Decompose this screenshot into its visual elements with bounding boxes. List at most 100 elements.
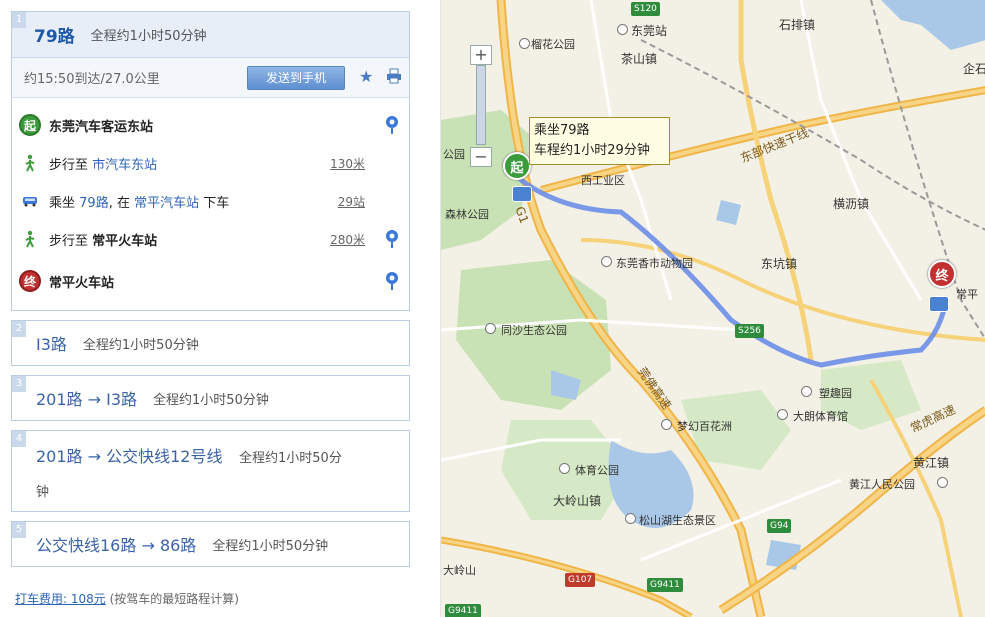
route-3-title[interactable]: 201路 → I3路 [36, 386, 137, 410]
poi-icon[interactable] [777, 409, 788, 420]
route-1-title[interactable]: 79路 [34, 22, 75, 47]
road-shield: G9411 [647, 578, 683, 592]
route-option-3[interactable]: 3 201路 → I3路 全程约1小时50分钟 [11, 375, 410, 421]
map-label: 东莞站 [631, 24, 668, 38]
map-label: 同沙生态公园 [501, 324, 567, 337]
map-label: 东坑镇 [761, 257, 798, 271]
route-1-header[interactable]: 79路 全程约1小时50分钟 [12, 12, 409, 58]
route-4-duration: 全程约1小时50分 [239, 451, 342, 466]
map-label: 大岭山镇 [553, 494, 602, 508]
route-tooltip: 乘坐79路 车程约1小时29分钟 [529, 117, 670, 165]
end-station-name: 常平火车站 [49, 275, 115, 291]
bus-stop-icon[interactable] [929, 296, 949, 312]
route-1-info-bar: 约15:50到达/27.0公里 发送到手机 ★ [12, 58, 409, 98]
route-option-5[interactable]: 5 公交快线16路 → 86路 全程约1小时50分钟 [11, 521, 410, 567]
map-view[interactable]: 石排镇 东莞站 茶山镇 榴花公园 企石 公园 西工业区 横沥镇 森林公园 东莞香… [440, 0, 985, 617]
poi-icon[interactable] [519, 38, 530, 49]
route-2-title[interactable]: I3路 [36, 331, 67, 355]
bus-stop-link[interactable]: 常平汽车站 [134, 196, 199, 211]
map-label: 体育公园 [575, 464, 619, 477]
zoom-in-button[interactable]: + [470, 45, 492, 65]
route-number-2: 2 [12, 321, 26, 337]
route-1-arrival: 约15:50到达/27.0公里 [24, 72, 160, 87]
map-label: 塑趣园 [819, 387, 852, 400]
walk-icon [25, 230, 35, 248]
step-end[interactable]: 终 常平火车站 [12, 262, 409, 300]
step-start[interactable]: 起 东莞汽车客运东站 [12, 106, 409, 144]
bus-stop-icon[interactable] [512, 186, 532, 202]
route-option-1[interactable]: 1 79路 全程约1小时50分钟 约15:50到达/27.0公里 发送到手机 ★… [11, 11, 410, 311]
route-number-5: 5 [12, 522, 26, 538]
step-walk-2[interactable]: 步行至 常平火车站 280米 [12, 220, 409, 258]
step-bus[interactable]: 乘坐 79路, 在 常平汽车站 下车 29站 [12, 182, 409, 220]
map-label: 公园 [443, 148, 465, 161]
poi-icon[interactable] [601, 256, 612, 267]
map-label: 石排镇 [779, 18, 816, 32]
map-label: 茶山镇 [621, 52, 658, 66]
bus-stop-count[interactable]: 29站 [338, 193, 365, 210]
map-label: 黄江人民公园 [849, 478, 915, 491]
start-station-name: 东莞汽车客运东站 [49, 119, 154, 135]
route-option-2[interactable]: 2 I3路 全程约1小时50分钟 [11, 320, 410, 366]
zoom-control: + − [470, 45, 496, 167]
bus-line-link[interactable]: 79路 [79, 196, 109, 211]
map-label: 森林公园 [445, 208, 489, 221]
road-shield: G9411 [445, 604, 481, 617]
start-marker-icon[interactable]: 起 [503, 152, 531, 180]
map-label: 梦幻百花洲 [677, 420, 732, 433]
map-label: 横沥镇 [833, 197, 870, 211]
poi-icon[interactable] [937, 477, 948, 488]
zoom-out-button[interactable]: − [470, 147, 492, 167]
road-shield: S256 [735, 324, 764, 338]
start-circle-icon: 起 [19, 114, 41, 136]
route-1-duration: 全程约1小时50分钟 [90, 29, 207, 44]
poi-icon[interactable] [485, 323, 496, 334]
bus-prefix: 乘坐 [49, 195, 76, 211]
map-label: 榴花公园 [531, 38, 575, 51]
map-label: 大朗体育馆 [793, 410, 848, 423]
zoom-slider-track[interactable] [476, 65, 486, 145]
route-4-title[interactable]: 201路 → 公交快线12号线 [36, 447, 222, 466]
step-walk-1[interactable]: 步行至 市汽车东站 130米 [12, 144, 409, 182]
route-5-title[interactable]: 公交快线16路 → 86路 [36, 532, 196, 556]
route-2-duration: 全程约1小时50分钟 [82, 337, 199, 353]
route-number-4: 4 [12, 431, 26, 447]
route-4-duration-cont: 钟 [36, 485, 50, 500]
taxi-fare-note: (按驾车的最短路程计算) [109, 592, 239, 606]
send-to-phone-button[interactable]: 发送到手机 [247, 66, 345, 90]
route-option-4[interactable]: 4 201路 → 公交快线12号线 全程约1小时50分 钟 [11, 430, 410, 512]
walk-1-distance[interactable]: 130米 [330, 155, 365, 172]
end-marker-icon[interactable]: 终 [928, 260, 956, 288]
map-label: 松山湖生态景区 [639, 514, 716, 527]
poi-icon[interactable] [661, 419, 672, 430]
bus-mid: , 在 [108, 195, 130, 211]
tooltip-line-1: 乘坐79路 [534, 123, 590, 138]
map-label: 黄江镇 [913, 456, 950, 470]
poi-icon[interactable] [559, 463, 570, 474]
route-number-1: 1 [12, 12, 26, 28]
location-pin-icon[interactable] [385, 115, 399, 135]
road-shield: S120 [631, 2, 660, 16]
location-pin-icon[interactable] [385, 229, 399, 249]
road-shield: G94 [767, 519, 792, 533]
tooltip-line-2: 车程约1小时29分钟 [534, 143, 650, 158]
taxi-fare: 打车费用: 108元 (按驾车的最短路程计算) [15, 590, 239, 607]
bus-icon [23, 197, 37, 207]
walk-2-distance[interactable]: 280米 [330, 231, 365, 248]
route-3-duration: 全程约1小时50分钟 [153, 392, 269, 408]
walk-icon [25, 154, 35, 172]
end-circle-icon: 终 [19, 270, 41, 292]
poi-icon[interactable] [801, 386, 812, 397]
print-icon[interactable] [386, 68, 402, 84]
favorite-star-icon[interactable]: ★ [359, 67, 373, 86]
walk-1-destination-link[interactable]: 市汽车东站 [92, 158, 157, 173]
poi-icon[interactable] [617, 24, 628, 35]
route-list-panel: 1 79路 全程约1小时50分钟 约15:50到达/27.0公里 发送到手机 ★… [0, 0, 430, 617]
walk-2-prefix: 步行至 [49, 233, 89, 249]
route-number-3: 3 [12, 376, 26, 392]
taxi-fare-link[interactable]: 打车费用: 108元 [15, 592, 106, 606]
location-pin-icon[interactable] [385, 271, 399, 291]
poi-icon[interactable] [625, 513, 636, 524]
bus-suffix: 下车 [203, 195, 230, 211]
route-5-duration: 全程约1小时50分钟 [212, 538, 329, 554]
